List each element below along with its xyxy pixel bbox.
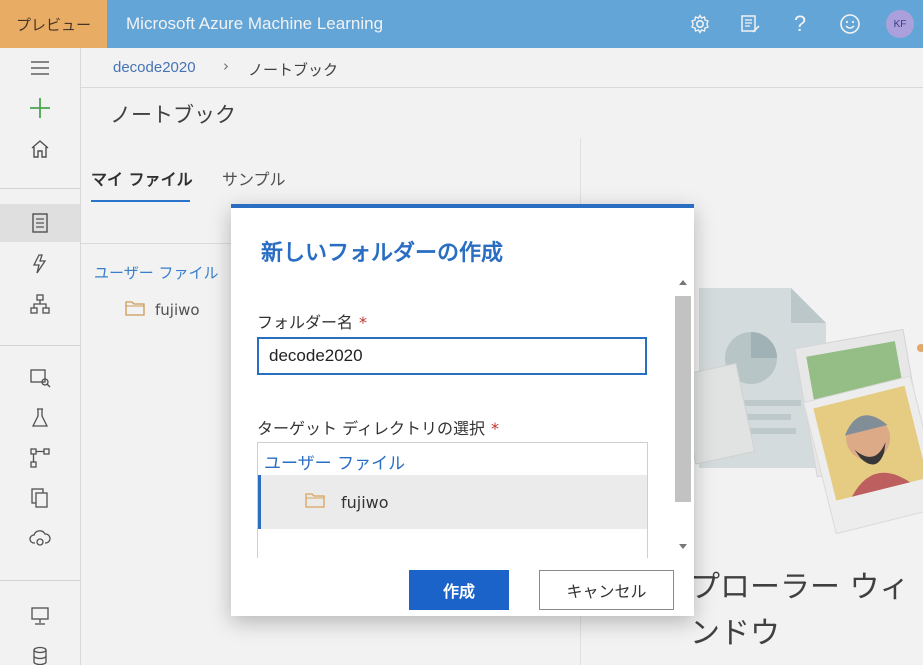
folder-name-input[interactable] bbox=[257, 337, 647, 375]
folder-name-label: フォルダー名 * bbox=[257, 309, 367, 333]
target-directory-tree: ユーザー ファイル fujiwo bbox=[257, 442, 648, 558]
required-asterisk: * bbox=[359, 313, 368, 332]
dialog-scrollbar[interactable] bbox=[673, 276, 693, 556]
dialog-title: 新しいフォルダーの作成 bbox=[261, 241, 504, 266]
dir-tree-item-label: fujiwo bbox=[341, 492, 389, 512]
folder-name-label-text: フォルダー名 bbox=[257, 313, 354, 332]
scroll-down-arrow-icon[interactable] bbox=[679, 544, 687, 549]
create-folder-dialog: 新しいフォルダーの作成 フォルダー名 * ターゲット ディレクトリの選択 * ユーザ… bbox=[231, 204, 694, 616]
cancel-button[interactable]: キャンセル bbox=[539, 570, 674, 610]
dir-tree-item-folder[interactable]: fujiwo bbox=[258, 475, 647, 529]
required-asterisk: * bbox=[490, 419, 499, 438]
target-dir-label: ターゲット ディレクトリの選択 * bbox=[257, 415, 499, 439]
target-dir-label-text: ターゲット ディレクトリの選択 bbox=[257, 419, 485, 438]
dir-tree-header-user-files[interactable]: ユーザー ファイル bbox=[264, 449, 405, 474]
scrollbar-thumb[interactable] bbox=[675, 296, 691, 502]
scroll-up-arrow-icon[interactable] bbox=[679, 280, 687, 285]
folder-icon bbox=[305, 492, 325, 512]
create-button[interactable]: 作成 bbox=[409, 570, 509, 610]
